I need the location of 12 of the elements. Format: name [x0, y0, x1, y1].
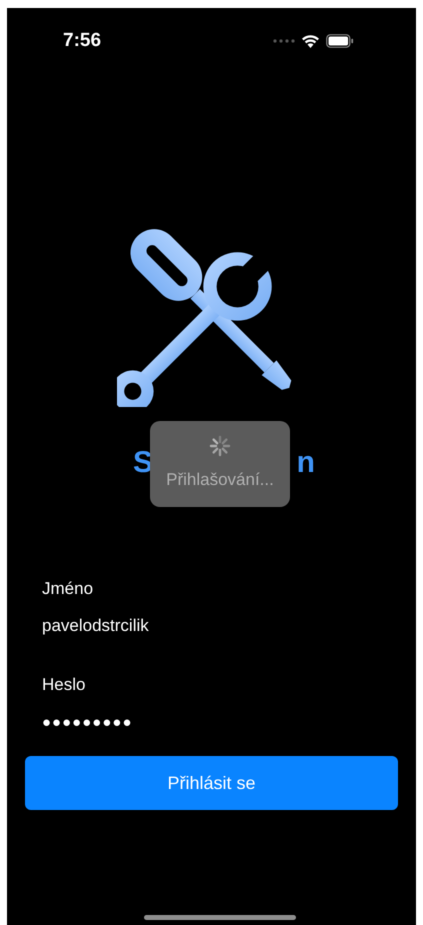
- username-field[interactable]: pavelodstrcilik: [42, 614, 381, 638]
- field-label: Heslo: [42, 674, 86, 696]
- status-time: 7:56: [62, 28, 102, 53]
- spinner-icon: [209, 435, 231, 458]
- loading-message: Přihlašování...: [166, 469, 274, 492]
- app-title: n: [296, 445, 315, 481]
- signal-dots-icon: [273, 39, 295, 43]
- battery-icon: [326, 34, 354, 48]
- password-field[interactable]: ●●●●●●●●●: [42, 710, 381, 734]
- wifi-icon: [301, 34, 320, 48]
- login-button[interactable]: Přihlásit se: [25, 756, 398, 810]
- field-label: Jméno: [42, 578, 94, 600]
